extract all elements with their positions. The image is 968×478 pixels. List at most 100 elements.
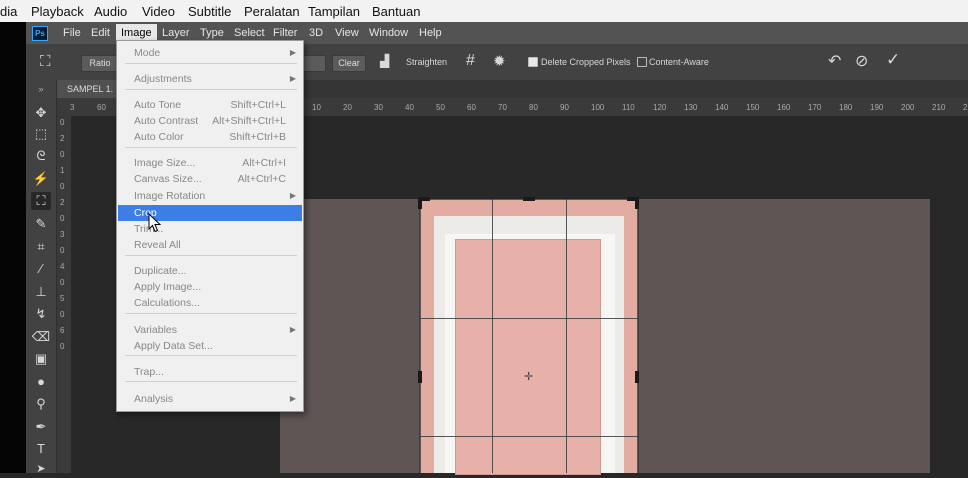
menu-item-label: Mode [134,47,161,59]
ruler-label: 4 [60,262,65,271]
delete-cropped-checkbox[interactable] [528,57,538,67]
image-menu-item-mode[interactable]: Mode ▶ [118,45,302,61]
ruler-label: 0 [60,118,65,127]
straighten-icon[interactable]: ▟ [380,54,389,68]
ps-menu-filter[interactable]: Filter [273,27,297,39]
ruler-label: 70 [498,103,507,112]
player-menu-playback[interactable]: Playback [31,4,84,19]
image-menu-item-analysis[interactable]: Analysis ▶ [118,391,302,407]
image-menu-item-image-size[interactable]: Image Size... Alt+Ctrl+I [118,155,302,171]
crop-tool-icon[interactable]: ⛶ [31,192,51,210]
magic-wand-tool-icon[interactable]: ⚡ [31,170,51,188]
ruler-label: 3 [70,103,75,112]
ps-menu-file[interactable]: File [63,27,81,39]
image-menu-item-reveal-all[interactable]: Reveal All [118,237,302,253]
image-menu-item-trap[interactable]: Trap... [118,364,302,380]
crop-center-icon: ✛ [524,371,534,383]
ps-menu-3d[interactable]: 3D [309,27,323,39]
eraser-tool-icon[interactable]: ⌫ [31,328,51,346]
player-menu-media[interactable]: dia [0,4,17,19]
stamp-tool-icon[interactable]: ⊥ [31,283,51,301]
player-menu-subtitle[interactable]: Subtitle [188,4,231,19]
history-brush-icon[interactable]: ↯ [31,305,51,323]
door-panel [455,239,601,475]
path-select-icon[interactable]: ➤ [31,460,51,478]
delete-cropped-label: Delete Cropped Pixels [541,57,631,67]
menu-separator [125,355,297,356]
ruler-label: 90 [560,103,569,112]
image-menu-item-duplicate[interactable]: Duplicate... [118,263,302,279]
ruler-label: 0 [60,150,65,159]
image-menu-item-image-rotation[interactable]: Image Rotation ▶ [118,188,302,204]
reset-icon[interactable]: ↶ [828,51,841,71]
ps-menu-type[interactable]: Type [200,27,224,39]
crop-handle[interactable] [635,371,639,383]
type-tool-icon[interactable]: T [31,440,51,458]
content-aware-checkbox[interactable] [637,57,647,67]
crop-handle[interactable] [418,197,422,209]
crop-handle[interactable] [418,371,422,383]
ps-menu-view[interactable]: View [335,27,359,39]
ruler-label: 6 [60,326,65,335]
blur-tool-icon[interactable]: ● [31,373,51,391]
ruler-label: 130 [684,103,698,112]
cancel-icon[interactable]: ⊘ [855,51,868,71]
image-menu-item-apply-data-set[interactable]: Apply Data Set... [118,338,302,354]
menu-item-shortcut: Shift+Ctrl+L [230,99,286,111]
gradient-tool-icon[interactable]: ▣ [31,350,51,368]
lasso-tool-icon[interactable]: ᘓ [31,147,51,165]
ps-logo-icon: Ps [32,26,48,41]
image-menu-item-auto-color[interactable]: Auto Color Shift+Ctrl+B [118,129,302,145]
ruler-label: 210 [932,103,946,112]
image-menu-item-calculations[interactable]: Calculations... [118,295,302,311]
player-menu-view[interactable]: Tampilan [308,4,360,19]
image-menu-item-canvas-size[interactable]: Canvas Size... Alt+Ctrl+C [118,171,302,187]
submenu-arrow-icon: ▶ [289,74,296,83]
grid-overlay-icon[interactable]: # [466,52,475,70]
menu-item-label: Adjustments [134,73,192,85]
player-menu-help[interactable]: Bantuan [372,4,420,19]
dodge-tool-icon[interactable]: ⚲ [31,395,51,413]
crop-handle[interactable] [635,197,639,209]
straighten-label[interactable]: Straighten [406,57,447,67]
image-menu-item-crop[interactable]: Crop [118,205,302,221]
image-menu-item-trim[interactable]: Trim... [118,221,302,237]
heal-tool-icon[interactable]: ⌗ [31,238,51,256]
player-menu-tools[interactable]: Peralatan [244,4,300,19]
player-menu-audio[interactable]: Audio [94,4,127,19]
menu-item-shortcut: Shift+Ctrl+B [229,131,286,143]
eyedropper-tool-icon[interactable]: ✎ [31,215,51,233]
brush-tool-icon[interactable]: ∕ [31,260,51,278]
move-tool-icon[interactable]: ✥ [31,104,51,122]
collapse-icon[interactable]: » [31,80,51,98]
clear-button[interactable]: Clear [332,55,366,72]
gear-icon[interactable]: ✹ [493,52,506,70]
submenu-arrow-icon: ▶ [289,191,296,200]
ruler-label: 0 [60,246,65,255]
pen-tool-icon[interactable]: ✒ [31,418,51,436]
image-menu-item-apply-image[interactable]: Apply Image... [118,279,302,295]
image-menu-item-adjustments[interactable]: Adjustments ▶ [118,71,302,87]
ruler-label: 160 [777,103,791,112]
crop-icon[interactable]: ⛶ [40,53,51,70]
crop-handle[interactable] [523,197,535,201]
ratio-dropdown[interactable]: Ratio [81,55,119,72]
ruler-label: 80 [529,103,538,112]
menu-item-label: Reveal All [134,239,181,251]
commit-check-icon[interactable]: ✓ [886,50,900,70]
image-menu-dropdown: Mode ▶ Adjustments ▶ Auto Tone Shift+Ctrl+L Au… [116,40,304,412]
ps-menu-edit[interactable]: Edit [91,27,110,39]
ruler-label: 60 [97,103,106,112]
image-menu-item-variables[interactable]: Variables ▶ [118,322,302,338]
ps-menu-window[interactable]: Window [369,27,408,39]
marquee-tool-icon[interactable]: ⬚ [31,125,51,143]
ps-menu-select[interactable]: Select [234,27,265,39]
ratio-height-field[interactable] [302,55,326,72]
menu-separator [125,313,297,314]
image-menu-item-auto-contrast[interactable]: Auto Contrast Alt+Shift+Ctrl+L [118,113,302,129]
image-menu-item-auto-tone[interactable]: Auto Tone Shift+Ctrl+L [118,97,302,113]
ruler-label: 1 [60,166,65,175]
player-menu-video[interactable]: Video [142,4,175,19]
ps-menu-layer[interactable]: Layer [162,27,190,39]
ps-menu-help[interactable]: Help [419,27,442,39]
